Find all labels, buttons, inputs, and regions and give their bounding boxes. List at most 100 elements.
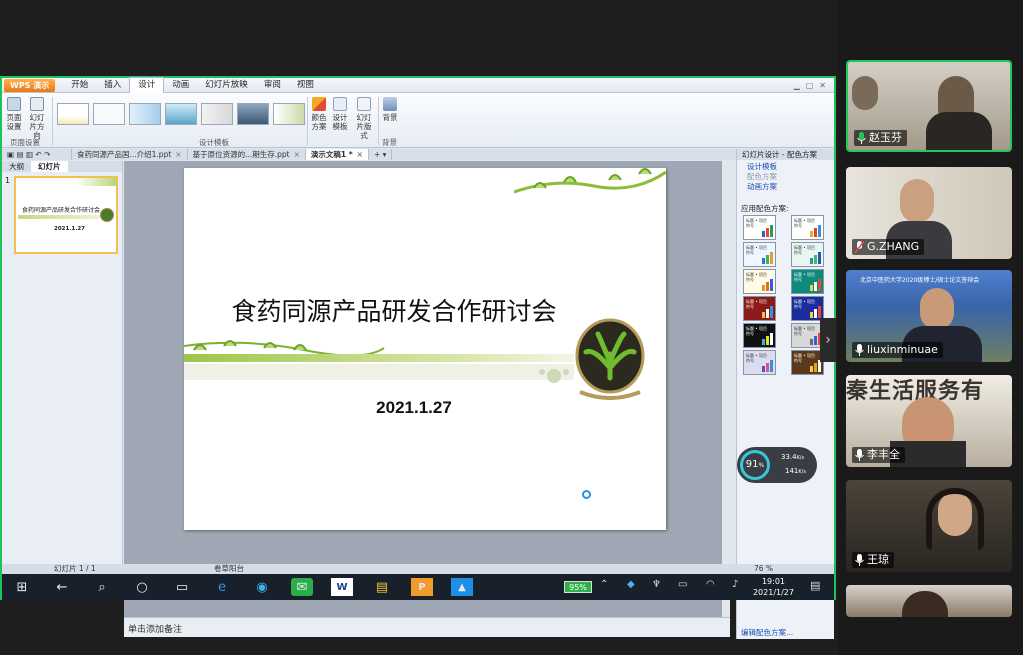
- vertical-scrollbar[interactable]: [722, 161, 730, 617]
- video-banner-text: 北京中医药大学2020级博士/硕士论文答辩会: [860, 277, 980, 284]
- slide-count: 幻灯片 1 / 1: [54, 564, 96, 573]
- color-scheme-button[interactable]: 颜色方案: [310, 97, 328, 131]
- link-color-schemes[interactable]: 配色方案: [737, 172, 834, 182]
- chevron-up-icon[interactable]: ⌃: [600, 579, 608, 590]
- color-scheme-option[interactable]: 标题 • 项目符号: [791, 242, 824, 267]
- edit-scheme-link[interactable]: 编辑配色方案...: [741, 627, 793, 638]
- system-clock[interactable]: 19:01 2021/1/27: [753, 576, 794, 598]
- template-thumb-2[interactable]: [93, 103, 125, 125]
- zoom-level[interactable]: 76 %: [754, 564, 773, 574]
- wifi-icon[interactable]: ◠: [706, 579, 715, 590]
- chevron-right-icon[interactable]: ›: [820, 318, 836, 362]
- thumb-title: 食药同源产品研发合作研讨会: [22, 207, 101, 214]
- slide[interactable]: 食药同源产品研发合作研讨会 2021.1.27: [184, 168, 666, 530]
- background-icon: [383, 97, 397, 111]
- wps-logo[interactable]: WPS 演示: [4, 78, 56, 92]
- menu-review[interactable]: 审阅: [256, 78, 289, 93]
- close-icon[interactable]: ×: [294, 150, 300, 159]
- slides-panel: 大纲 幻灯片 1 食药同源产品研发合作研讨会 2021.1.27: [2, 161, 123, 591]
- windows-start-icon[interactable]: ⊞: [11, 578, 33, 596]
- color-scheme-option[interactable]: 标题 • 项目符号: [743, 269, 776, 294]
- volume-icon[interactable]: ♪: [732, 579, 738, 590]
- doc-tab-3[interactable]: 演示文稿1 * ×: [305, 149, 369, 160]
- keyboard-icon[interactable]: ▭: [678, 579, 687, 590]
- usb-icon[interactable]: ♆: [652, 579, 661, 590]
- cortana-icon[interactable]: ○: [131, 578, 153, 596]
- ribbon-toolbar: 页面设置 幻灯片方向 页面设置 设计模板 颜色方案 设计模板 幻灯片版式 背景 …: [2, 93, 834, 148]
- participant-tile-3[interactable]: 北京中医药大学2020级博士/硕士论文答辩会 liuxinminuae: [846, 270, 1012, 362]
- quick-access-toolbar[interactable]: ▣ ▤ ▥ ↶ ↷: [2, 149, 72, 160]
- page-setup-button[interactable]: 页面设置: [4, 97, 24, 131]
- color-scheme-option[interactable]: 标题 • 项目符号: [743, 296, 776, 321]
- browser-icon[interactable]: ◉: [251, 578, 273, 596]
- background-button[interactable]: 背景: [382, 97, 398, 122]
- participant-tile-4[interactable]: 秦生活服务有 李丰全: [846, 375, 1012, 467]
- link-design-templates[interactable]: 设计模板: [737, 162, 834, 172]
- slide-thumbnail[interactable]: 食药同源产品研发合作研讨会 2021.1.27: [14, 176, 118, 254]
- tab-slides[interactable]: 幻灯片: [31, 161, 68, 172]
- template-thumb-6[interactable]: [237, 103, 269, 125]
- tray-app-icon[interactable]: ◆: [627, 579, 635, 590]
- edge-icon[interactable]: e: [211, 578, 233, 596]
- plant-medallion-icon: [575, 318, 645, 400]
- close-icon[interactable]: ✕: [819, 81, 826, 90]
- color-scheme-option[interactable]: 标题 • 项目符号: [743, 215, 776, 240]
- wechat-icon[interactable]: ✉: [291, 578, 313, 596]
- participant-tile-1[interactable]: 赵玉芬: [846, 60, 1012, 152]
- maximize-icon[interactable]: ▢: [806, 81, 814, 90]
- menu-insert[interactable]: 插入: [96, 78, 129, 93]
- search-icon[interactable]: ⌕: [91, 578, 113, 596]
- folder-icon[interactable]: ▤: [371, 578, 393, 596]
- minimize-icon[interactable]: ▁: [794, 81, 800, 90]
- color-scheme-option[interactable]: 标题 • 项目符号: [743, 350, 776, 375]
- tab-outline[interactable]: 大纲: [2, 161, 31, 172]
- new-tab-button[interactable]: + ▾: [369, 149, 393, 160]
- color-scheme-option[interactable]: 标题 • 项目符号: [743, 323, 776, 348]
- microphone-icon: [855, 449, 864, 461]
- battery-indicator[interactable]: 95%: [564, 581, 592, 593]
- participant-tile-6[interactable]: [846, 585, 1012, 617]
- wps-writer-icon[interactable]: W: [331, 578, 353, 596]
- doc-tab-1[interactable]: 食药同源产品国...介绍1.ppt ×: [72, 149, 188, 160]
- network-speed-widget[interactable]: 91% 33.4K/s 141K/s: [737, 447, 817, 483]
- color-scheme-option[interactable]: 标题 • 项目符号: [791, 269, 824, 294]
- wps-presentation-icon[interactable]: P: [411, 578, 433, 596]
- slide-layout-button[interactable]: 幻灯片版式: [352, 97, 376, 140]
- slide-canvas: 食药同源产品研发合作研讨会 2021.1.27: [124, 161, 730, 617]
- slide-direction-button[interactable]: 幻灯片方向: [26, 97, 48, 140]
- slide-date[interactable]: 2021.1.27: [184, 398, 644, 418]
- notes-area[interactable]: 单击添加备注: [124, 617, 730, 637]
- microphone-icon: [855, 554, 864, 566]
- slide-title[interactable]: 食药同源产品研发合作研讨会: [184, 292, 604, 328]
- close-icon[interactable]: ×: [357, 150, 363, 159]
- template-thumb-7[interactable]: [273, 103, 305, 125]
- close-icon[interactable]: ×: [175, 150, 181, 159]
- menu-home[interactable]: 开始: [63, 78, 96, 93]
- doc-tab-2[interactable]: 基于原位资源的...期生存.ppt ×: [188, 149, 306, 160]
- slide-number: 1: [5, 176, 11, 185]
- task-view-icon[interactable]: ▭: [171, 578, 193, 596]
- template-thumb-3[interactable]: [129, 103, 161, 125]
- vine-band-decoration: [184, 340, 574, 380]
- back-arrow-icon[interactable]: ←: [51, 578, 73, 596]
- color-scheme-option[interactable]: 标题 • 项目符号: [791, 215, 824, 240]
- template-thumb-1[interactable]: [57, 103, 89, 125]
- avatar: [920, 288, 954, 330]
- participant-tile-5[interactable]: 王琼: [846, 480, 1012, 572]
- meeting-app-icon[interactable]: ▲: [451, 578, 473, 596]
- template-thumb-5[interactable]: [201, 103, 233, 125]
- design-template-button[interactable]: 设计模板: [331, 97, 349, 131]
- menu-animation[interactable]: 动画: [164, 78, 197, 93]
- shared-screen: WPS 演示 开始 插入 设计 动画 幻灯片放映 审阅 视图 ▁ ▢ ✕ 页面设…: [0, 76, 836, 639]
- plant-icon: [100, 208, 114, 222]
- menu-view[interactable]: 视图: [289, 78, 322, 93]
- participant-tile-2[interactable]: G.ZHANG: [846, 167, 1012, 259]
- color-scheme-option[interactable]: 标题 • 项目符号: [743, 242, 776, 267]
- link-animation-schemes[interactable]: 动画方案: [737, 182, 834, 192]
- background-group-label: 背景: [382, 138, 397, 147]
- notification-icon[interactable]: ▤: [810, 579, 820, 592]
- menu-design[interactable]: 设计: [129, 77, 165, 93]
- menu-slideshow[interactable]: 幻灯片放映: [197, 78, 256, 93]
- template-thumb-4[interactable]: [165, 103, 197, 125]
- slides-panel-tabs: 大纲 幻灯片: [2, 161, 122, 172]
